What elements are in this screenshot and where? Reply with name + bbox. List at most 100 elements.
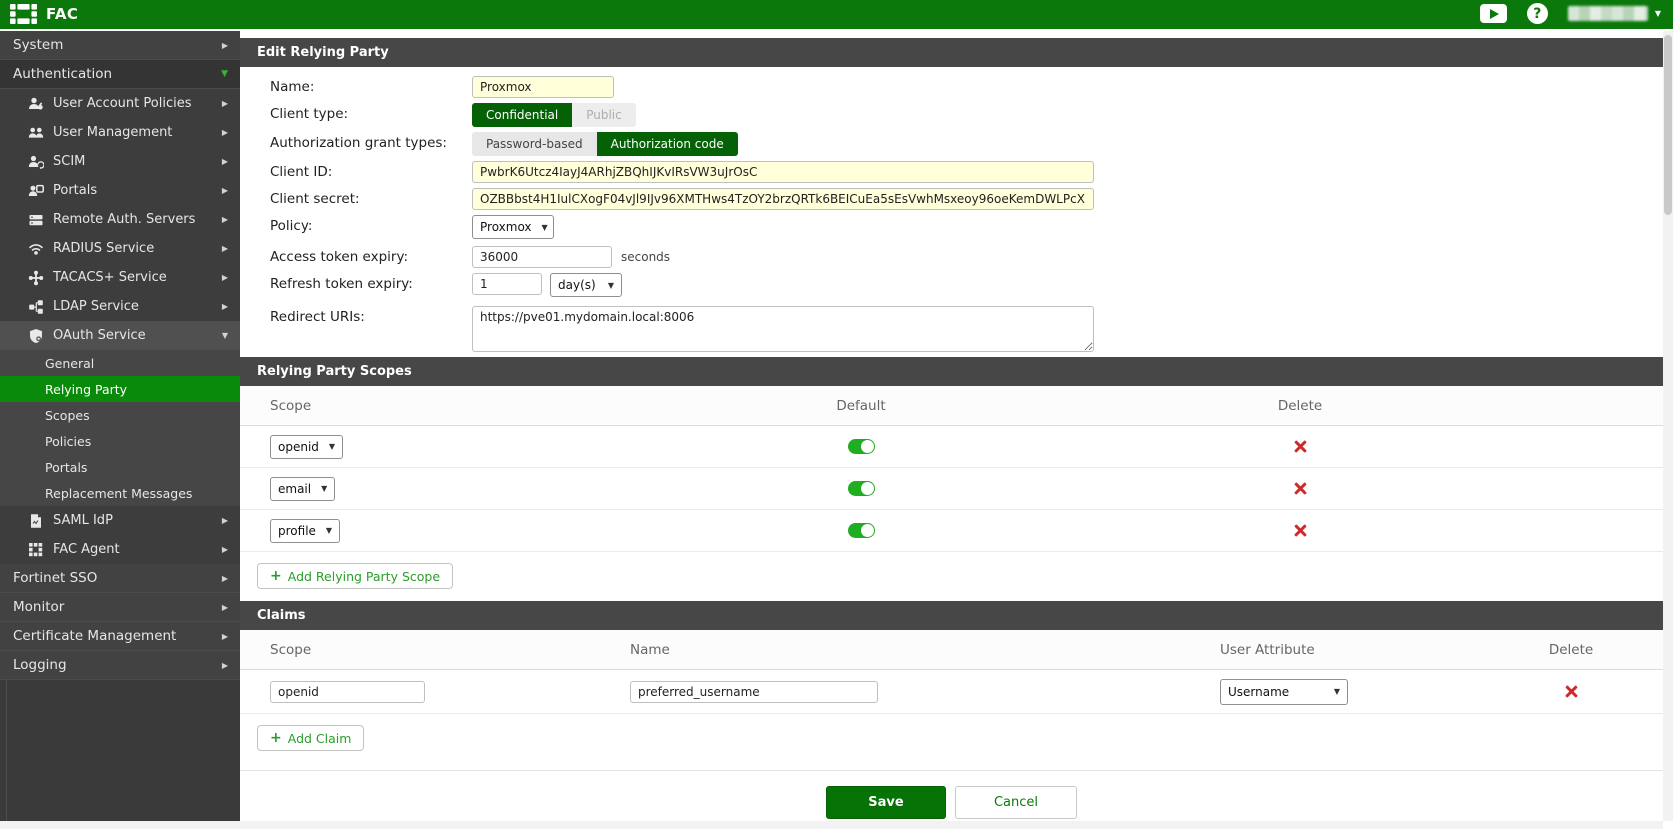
select-caret-icon: ▼ bbox=[329, 442, 335, 451]
chevron-right-icon: ▶ bbox=[222, 215, 240, 224]
seconds-suffix: seconds bbox=[621, 246, 670, 264]
sidebar-item-oauth-policies[interactable]: Policies bbox=[0, 428, 240, 454]
relying-party-form: Name: Client type: Confidential Public A… bbox=[240, 67, 1663, 352]
page-title: Edit Relying Party bbox=[257, 45, 389, 60]
name-label: Name: bbox=[240, 76, 472, 95]
delete-column-header: Delete bbox=[1278, 398, 1322, 414]
user-window-icon bbox=[28, 183, 45, 199]
cancel-button[interactable]: Cancel bbox=[955, 786, 1077, 819]
users-group-icon bbox=[28, 125, 45, 141]
scope-select[interactable]: openid▼ bbox=[270, 435, 343, 459]
select-caret-icon: ▼ bbox=[1334, 687, 1340, 696]
client-type-label: Client type: bbox=[240, 103, 472, 122]
vertical-scrollbar[interactable] bbox=[1663, 31, 1673, 821]
sidebar-item-oauth-general[interactable]: General bbox=[0, 350, 240, 376]
default-toggle[interactable] bbox=[848, 523, 875, 538]
tacacs-cross-icon bbox=[28, 270, 45, 286]
client-secret-input[interactable] bbox=[472, 188, 1094, 210]
select-caret-icon: ▼ bbox=[542, 223, 548, 232]
grant-password-based[interactable]: Password-based bbox=[472, 132, 597, 156]
plus-icon: + bbox=[270, 568, 282, 584]
footer-divider bbox=[240, 770, 1663, 771]
refresh-token-expiry-label: Refresh token expiry: bbox=[240, 273, 472, 292]
client-type-public[interactable]: Public bbox=[572, 103, 636, 127]
grant-types-toggle: Password-based Authorization code bbox=[472, 132, 738, 156]
sidebar-item-oauth-scopes[interactable]: Scopes bbox=[0, 402, 240, 428]
client-secret-label: Client secret: bbox=[240, 188, 472, 207]
grant-authorization-code[interactable]: Authorization code bbox=[597, 132, 738, 156]
claims-scope-column-header: Scope bbox=[240, 642, 630, 658]
sidebar-item-fortinet-sso[interactable]: Fortinet SSO ▶ bbox=[0, 564, 240, 593]
sidebar-item-user-account-policies[interactable]: User Account Policies ▶ bbox=[0, 89, 240, 118]
delete-icon[interactable] bbox=[1293, 439, 1308, 454]
panel-title-bar: Edit Relying Party bbox=[240, 38, 1663, 67]
scope-row-email: email▼ bbox=[240, 468, 1663, 510]
sidebar-item-tacacs-service[interactable]: TACACS+ Service ▶ bbox=[0, 263, 240, 292]
scope-row-openid: openid▼ bbox=[240, 426, 1663, 468]
claims-delete-column-header: Delete bbox=[1549, 642, 1593, 658]
refresh-token-expiry-input[interactable] bbox=[472, 273, 542, 295]
default-toggle[interactable] bbox=[848, 481, 875, 496]
refresh-token-unit-select[interactable]: day(s) ▼ bbox=[550, 273, 622, 297]
chevron-right-icon: ▶ bbox=[222, 545, 240, 554]
delete-icon[interactable] bbox=[1293, 523, 1308, 538]
claims-name-column-header: Name bbox=[630, 642, 1220, 658]
policy-select[interactable]: Proxmox ▼ bbox=[472, 215, 554, 239]
claim-user-attribute-select[interactable]: Username▼ bbox=[1220, 679, 1348, 705]
scrollbar-thumb[interactable] bbox=[1664, 35, 1672, 215]
servers-icon bbox=[28, 212, 45, 228]
client-id-input[interactable] bbox=[472, 161, 1094, 183]
sidebar-item-fac-agent[interactable]: FAC Agent ▶ bbox=[0, 535, 240, 564]
sidebar-item-portals-auth[interactable]: Portals ▶ bbox=[0, 176, 240, 205]
username-redacted bbox=[1568, 6, 1648, 21]
scope-column-header: Scope bbox=[240, 398, 660, 414]
help-icon[interactable]: ? bbox=[1527, 3, 1548, 24]
sidebar-item-saml-idp[interactable]: SAML IdP ▶ bbox=[0, 506, 240, 535]
sidebar-item-monitor[interactable]: Monitor ▶ bbox=[0, 593, 240, 622]
add-claim-button[interactable]: + Add Claim bbox=[257, 725, 364, 751]
policy-label: Policy: bbox=[240, 215, 472, 234]
name-input[interactable] bbox=[472, 76, 614, 98]
scope-row-profile: profile▼ bbox=[240, 510, 1663, 552]
sidebar-item-logging[interactable]: Logging ▶ bbox=[0, 651, 240, 680]
chevron-down-icon: ▼ bbox=[1655, 9, 1661, 18]
sidebar-item-oauth-relying-party[interactable]: Relying Party bbox=[0, 376, 240, 402]
sidebar-item-user-management[interactable]: User Management ▶ bbox=[0, 118, 240, 147]
chevron-right-icon: ▶ bbox=[222, 99, 240, 108]
youtube-icon[interactable] bbox=[1480, 4, 1507, 23]
chevron-down-icon: ▼ bbox=[222, 331, 240, 340]
plus-icon: + bbox=[270, 730, 282, 746]
sidebar-item-ldap-service[interactable]: LDAP Service ▶ bbox=[0, 292, 240, 321]
chevron-right-icon: ▶ bbox=[222, 574, 240, 583]
client-type-confidential[interactable]: Confidential bbox=[472, 103, 572, 127]
chevron-right-icon: ▶ bbox=[222, 244, 240, 253]
sidebar-item-oauth-replacement-messages[interactable]: Replacement Messages bbox=[0, 480, 240, 506]
sidebar-item-remote-auth-servers[interactable]: Remote Auth. Servers ▶ bbox=[0, 205, 240, 234]
default-toggle[interactable] bbox=[848, 439, 875, 454]
sidebar-item-system[interactable]: System ▶ bbox=[0, 31, 240, 60]
scopes-section-bar: Relying Party Scopes bbox=[240, 357, 1663, 386]
claim-scope-input[interactable] bbox=[270, 681, 425, 703]
sidebar-item-authentication[interactable]: Authentication ▼ bbox=[0, 60, 240, 89]
sidebar-item-oauth-portals[interactable]: Portals bbox=[0, 454, 240, 480]
user-menu[interactable]: ▼ bbox=[1568, 6, 1661, 21]
claim-name-input[interactable] bbox=[630, 681, 878, 703]
add-relying-party-scope-button[interactable]: + Add Relying Party Scope bbox=[257, 563, 453, 589]
horizontal-scrollbar[interactable] bbox=[0, 821, 1663, 829]
delete-icon[interactable] bbox=[1293, 481, 1308, 496]
chevron-right-icon: ▶ bbox=[222, 273, 240, 282]
redirect-uris-textarea[interactable]: https://pve01.mydomain.local:8006 bbox=[472, 306, 1094, 352]
save-button[interactable]: Save bbox=[826, 786, 946, 819]
sidebar-item-oauth-service[interactable]: OAuth Service ▼ bbox=[0, 321, 240, 350]
scopes-table-header: Scope Default Delete bbox=[240, 386, 1663, 426]
scope-select[interactable]: email▼ bbox=[270, 477, 335, 501]
access-token-expiry-input[interactable] bbox=[472, 246, 612, 268]
scope-select[interactable]: profile▼ bbox=[270, 519, 340, 543]
sidebar-item-radius-service[interactable]: RADIUS Service ▶ bbox=[0, 234, 240, 263]
delete-icon[interactable] bbox=[1564, 684, 1579, 699]
sidebar-item-certificate-management[interactable]: Certificate Management ▶ bbox=[0, 622, 240, 651]
client-id-label: Client ID: bbox=[240, 161, 472, 180]
sidebar-item-scim[interactable]: SCIM ▶ bbox=[0, 147, 240, 176]
chevron-right-icon: ▶ bbox=[222, 603, 240, 612]
chevron-right-icon: ▶ bbox=[222, 632, 240, 641]
